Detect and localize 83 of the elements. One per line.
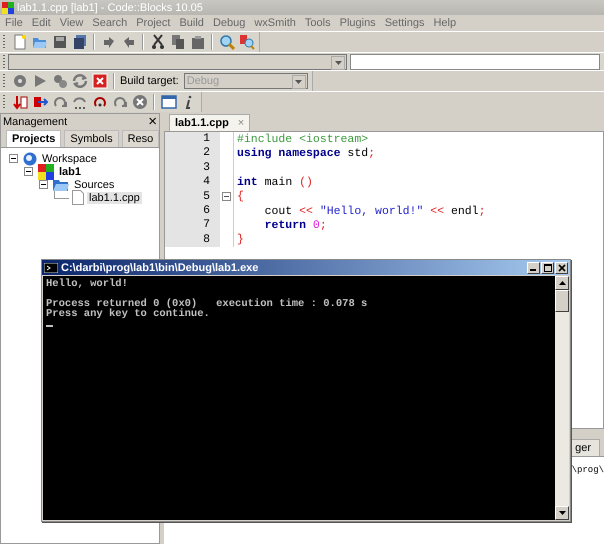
window-title: C:\darbi\prog\lab1\bin\Debug\lab1.exe [61,262,260,274]
line-number: 2 [165,146,220,161]
scrollbar[interactable] [555,276,569,520]
stop-icon[interactable] [91,72,108,90]
line-number: 7 [165,218,220,233]
menu-item[interactable]: Plugins [340,17,376,29]
tree-item[interactable]: lab1.1.cpp [87,192,142,204]
menu-item[interactable]: Tools [304,17,331,29]
file-icon [72,190,84,205]
scroll-down-icon[interactable] [558,511,566,515]
maximize-button[interactable] [541,262,554,274]
menu-item[interactable]: Search [92,17,128,29]
rebuild-icon[interactable] [71,72,88,90]
close-button[interactable] [555,262,568,274]
code-line: cout << "Hello, world!" << endl; [264,204,486,218]
collapse-icon[interactable] [9,154,18,163]
dropdown-arrow-icon [334,60,342,64]
tree-item[interactable]: Sources [72,178,116,190]
line-number: 3 [165,160,220,176]
tab[interactable]: Reso [122,130,160,147]
menu-item[interactable]: View [60,17,84,29]
line-number: 6 [165,204,220,218]
collapse-icon[interactable] [24,167,33,176]
menu-item[interactable]: Debug [212,17,246,29]
menu-item[interactable]: File [5,17,23,29]
tree-item[interactable]: lab1 [57,166,84,178]
paste-icon[interactable] [189,34,206,50]
window-title: lab1.1.cpp [lab1] - Code::Blocks 10.05 [17,2,203,14]
save-icon[interactable] [51,34,68,50]
search-icon[interactable] [218,34,235,50]
app-icon [2,2,14,14]
tab[interactable]: Projects [6,130,62,147]
scroll-up-icon[interactable] [558,281,566,285]
tab[interactable]: ger [571,439,600,456]
tree-item[interactable]: Workspace [40,152,99,164]
code-line: int main () [236,176,313,189]
window-icon[interactable] [160,94,177,110]
minimize-button[interactable] [527,262,540,274]
collapse-icon[interactable] [39,180,48,189]
code-line: #include <iostream> [236,132,368,146]
menu-item[interactable]: Help [433,17,456,29]
globe-icon [23,152,37,166]
menu-item[interactable]: Project [136,17,170,29]
cut-icon[interactable] [149,34,166,50]
console-icon [44,262,58,272]
close-icon[interactable]: × [238,117,244,129]
scroll-thumb[interactable] [555,290,569,312]
close-icon [558,264,566,272]
menu-item[interactable]: Settings [384,17,424,29]
code-line: return 0; [264,219,327,232]
debug-icon[interactable] [11,94,28,110]
fold-icon[interactable] [222,192,231,202]
tab[interactable]: Symbols [64,130,119,147]
menu-item[interactable]: wxSmith [254,17,296,29]
menu-item[interactable]: Edit [32,17,51,29]
line-number: 4 [165,175,220,190]
close-button[interactable]: × [148,115,157,129]
save-all-icon[interactable] [71,34,88,50]
line-number: 8 [165,232,220,248]
folder-icon [53,178,69,190]
line-number: 5 [165,190,220,204]
dropdown-arrow-icon [295,80,302,84]
console-line: Process returned 0 (0x0) execution time : 0.078 s [46,299,368,309]
log-text: \prog\ [572,465,604,477]
line-number: 1 [165,132,220,146]
menu-item[interactable]: Build [179,17,204,29]
build-target-label: Build target: [120,75,179,87]
editor-tab[interactable]: lab1.1.cpp × [169,114,250,131]
maximize-icon [544,264,552,272]
gear-icon[interactable] [11,72,28,90]
console-line: Hello, world! [46,279,129,289]
symbol-dropdown[interactable] [350,54,600,70]
panel-title: Management [3,116,68,128]
project-icon [38,164,54,180]
console-line: Press any key to continue. [46,309,211,319]
code-line: using namespace std; [236,147,376,160]
stop-icon[interactable] [131,94,148,110]
gears-icon[interactable] [51,72,68,90]
replace-icon[interactable] [238,34,255,50]
code-line: } [236,233,244,246]
code-line: { [236,190,244,204]
text-cursor [46,325,53,327]
copy-icon[interactable] [169,34,186,50]
